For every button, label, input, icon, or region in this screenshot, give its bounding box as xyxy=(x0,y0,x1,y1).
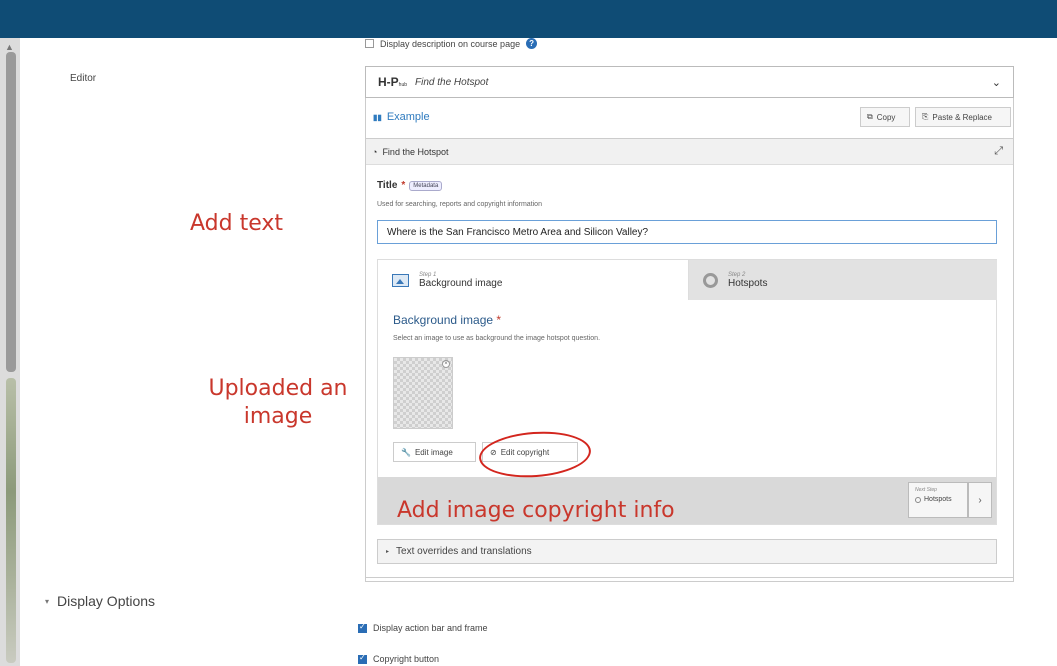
step1-name: Background image xyxy=(419,277,503,289)
triangle-right-icon: ▸ xyxy=(386,549,390,555)
step1-text: Step 1 Background image xyxy=(419,272,502,289)
next-step-button[interactable]: Next Step Hotspots xyxy=(908,482,968,518)
display-options-toggle[interactable]: ▾ Display Options xyxy=(45,593,155,609)
next-step-name-row: Hotspots xyxy=(915,496,961,503)
title-description: Used for searching, reports and copyrigh… xyxy=(377,201,542,208)
metadata-button[interactable]: Metadata xyxy=(409,180,443,191)
hotspot-icon: ◔ xyxy=(372,146,378,157)
annotation-add-text: Add text xyxy=(190,211,284,236)
action-bar-label: Display action bar and frame xyxy=(373,623,488,633)
title-required-mark: * xyxy=(401,180,406,191)
display-description-label: Display description on course page xyxy=(380,38,521,49)
text-overrides-toggle[interactable]: ▸ Text overrides and translations xyxy=(377,539,997,564)
example-icon: ▮▮ xyxy=(373,112,382,122)
expand-icon[interactable]: ⤢ xyxy=(994,145,1003,158)
step2-name: Hotspots xyxy=(728,277,768,289)
caret-down-icon: ▾ xyxy=(45,596,50,606)
tab-hotspots[interactable]: Step 2 Hotspots xyxy=(689,260,997,300)
h5p-logo-suffix: hub xyxy=(398,82,408,88)
title-input[interactable]: Where is the San Francisco Metro Area an… xyxy=(377,220,997,244)
annotation-uploaded-line1: Uploaded an xyxy=(208,376,348,401)
edit-image-label: Edit image xyxy=(414,447,453,457)
option-action-bar[interactable]: Display action bar and frame xyxy=(358,622,488,633)
background-image-label: Background image * xyxy=(393,313,501,327)
editor-label: Editor xyxy=(70,73,97,84)
chevron-down-icon[interactable]: ⌄ xyxy=(992,76,1001,89)
copy-label: Copy xyxy=(876,112,896,122)
h5p-logo: H-Phub xyxy=(378,75,407,89)
scrollbar[interactable]: ▲ xyxy=(0,38,20,666)
image-icon xyxy=(392,273,409,287)
next-step-small: Next Step xyxy=(915,487,937,493)
paste-icon: ⎘ xyxy=(922,112,929,121)
annotation-uploaded-line2: image xyxy=(243,404,313,429)
display-description-row[interactable]: Display description on course page ? xyxy=(365,38,538,49)
scrollbar-track-lower xyxy=(6,378,16,663)
help-icon[interactable]: ? xyxy=(526,38,538,49)
paste-replace-button[interactable]: ⎘ Paste & Replace xyxy=(915,107,1011,127)
title-label: Title xyxy=(377,180,398,191)
hotspot-small-icon xyxy=(915,496,921,503)
display-description-checkbox[interactable] xyxy=(365,39,374,48)
text-overrides-label: Text overrides and translations xyxy=(396,546,532,557)
action-bar-checkbox[interactable] xyxy=(358,622,367,633)
scroll-up-icon[interactable]: ▲ xyxy=(5,42,14,52)
background-image-description: Select an image to use as background the… xyxy=(393,335,601,342)
chevron-right-icon[interactable]: › xyxy=(968,482,992,518)
edit-image-button[interactable]: 🔧 Edit image xyxy=(393,442,476,462)
annotation-uploaded-image: Uploaded an image xyxy=(198,375,358,431)
background-required-mark: * xyxy=(496,313,502,327)
example-label: Example xyxy=(386,111,430,123)
library-select[interactable]: H-Phub Find the Hotspot ⌄ xyxy=(365,66,1014,98)
copyright-button-checkbox[interactable] xyxy=(358,653,367,664)
next-step-name: Hotspots xyxy=(924,496,952,503)
copy-button[interactable]: ⧉ Copy xyxy=(860,107,910,127)
panel-header: ◔ Find the Hotspot ⤢ xyxy=(366,139,1013,165)
background-image-label-text: Background image xyxy=(393,313,494,327)
example-link[interactable]: ▮▮ Example xyxy=(373,111,430,123)
remove-image-icon[interactable]: × xyxy=(442,360,450,368)
paste-label: Paste & Replace xyxy=(932,112,992,122)
option-copyright-button[interactable]: Copyright button xyxy=(358,653,440,664)
title-label-row: Title * Metadata xyxy=(377,180,443,191)
wrench-icon: 🔧 xyxy=(401,447,411,457)
library-name: Find the Hotspot xyxy=(415,76,489,88)
panel-title: Find the Hotspot xyxy=(382,146,449,157)
tab-background-image[interactable]: Step 1 Background image xyxy=(378,260,689,300)
image-thumbnail[interactable]: × xyxy=(393,357,453,429)
hotspot-ring-icon xyxy=(703,272,718,288)
h5p-logo-text: H-P xyxy=(378,75,399,89)
step2-text: Step 2 Hotspots xyxy=(728,272,767,289)
display-options-label: Display Options xyxy=(57,593,156,609)
annotation-copyright-info: Add image copyright info xyxy=(397,498,675,523)
top-bar xyxy=(0,0,1057,38)
scrollbar-thumb[interactable] xyxy=(6,52,16,372)
copy-icon: ⧉ xyxy=(867,112,873,121)
copyright-button-label: Copyright button xyxy=(373,654,440,664)
